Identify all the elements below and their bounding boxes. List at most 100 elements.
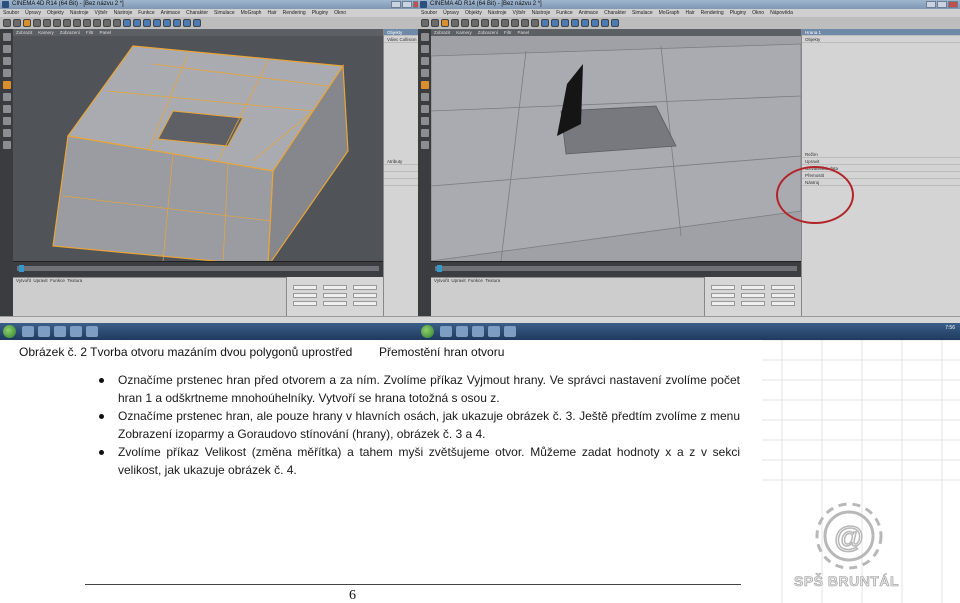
coord-system-icon[interactable] — [93, 19, 101, 27]
polygons-mode-icon[interactable] — [2, 93, 11, 101]
snap-icon[interactable] — [2, 129, 11, 137]
camera-icon[interactable] — [183, 19, 191, 27]
snap-icon[interactable] — [420, 129, 429, 137]
menu-item[interactable]: Úpravy — [25, 9, 41, 17]
render-view-icon[interactable] — [531, 19, 539, 27]
menu-item[interactable]: Okno — [752, 9, 764, 17]
pen-icon[interactable] — [133, 19, 141, 27]
viewport-menu-item[interactable]: Zobrazit — [434, 29, 450, 36]
texture-mode-icon[interactable] — [420, 45, 429, 53]
move-icon[interactable] — [33, 19, 41, 27]
word-taskbar-icon[interactable] — [54, 326, 66, 337]
render-icon[interactable] — [521, 19, 529, 27]
coord-field[interactable] — [353, 293, 377, 298]
app-taskbar-icon[interactable] — [70, 326, 82, 337]
menu-item[interactable]: Animace — [161, 9, 180, 17]
coord-field[interactable] — [293, 293, 317, 298]
x-axis-icon[interactable] — [63, 19, 71, 27]
array-icon[interactable] — [153, 19, 161, 27]
tab-funkce[interactable]: Funkce — [50, 278, 65, 283]
viewport-menu-item[interactable]: Filtr — [504, 29, 512, 36]
lock-icon[interactable] — [2, 141, 11, 149]
subdivision-icon[interactable] — [561, 19, 569, 27]
workplane-icon[interactable] — [420, 57, 429, 65]
viewport-menu-item[interactable]: Zobrazení — [60, 29, 80, 36]
menu-item[interactable]: Animace — [579, 9, 598, 17]
edges-mode-icon[interactable] — [420, 81, 429, 89]
maximize-button[interactable] — [402, 1, 412, 8]
menu-item[interactable]: MoGraph — [241, 9, 262, 17]
light-icon[interactable] — [193, 19, 201, 27]
panel-row[interactable]: Objekty — [802, 36, 960, 43]
menu-item[interactable]: Hair — [685, 9, 694, 17]
coord-field[interactable] — [741, 293, 765, 298]
points-mode-icon[interactable] — [420, 69, 429, 77]
texture-mode-icon[interactable] — [2, 45, 11, 53]
cinema4d-taskbar-icon[interactable] — [504, 326, 516, 337]
menu-item[interactable]: Simulace — [632, 9, 653, 17]
array-icon[interactable] — [571, 19, 579, 27]
deformer-icon[interactable] — [163, 19, 171, 27]
coord-system-icon[interactable] — [511, 19, 519, 27]
live-select-icon[interactable] — [441, 19, 449, 27]
menu-item[interactable]: Rendering — [283, 9, 306, 17]
3d-viewport[interactable] — [431, 36, 801, 261]
z-axis-icon[interactable] — [501, 19, 509, 27]
tab-vytvorit[interactable]: Vytvořit — [16, 278, 31, 283]
floor-icon[interactable] — [173, 19, 181, 27]
3d-viewport[interactable] — [13, 36, 383, 261]
viewport-menu-item[interactable]: Panel — [100, 29, 112, 36]
move-icon[interactable] — [451, 19, 459, 27]
coord-field[interactable] — [771, 285, 795, 290]
points-mode-icon[interactable] — [2, 69, 11, 77]
app-taskbar-icon[interactable] — [488, 326, 500, 337]
viewport-menu-item[interactable]: Kamery — [456, 29, 472, 36]
coord-field[interactable] — [771, 301, 795, 306]
menu-item[interactable]: MoGraph — [659, 9, 680, 17]
model-mode-icon[interactable] — [2, 33, 11, 41]
pen-icon[interactable] — [551, 19, 559, 27]
tab-vytvorit[interactable]: Vytvořit — [434, 278, 449, 283]
timeline-playhead[interactable] — [437, 265, 442, 272]
start-button[interactable] — [3, 325, 16, 338]
model-mode-icon[interactable] — [420, 33, 429, 41]
rotate-icon[interactable] — [53, 19, 61, 27]
live-select-icon[interactable] — [23, 19, 31, 27]
light-icon[interactable] — [611, 19, 619, 27]
timeline[interactable] — [431, 261, 801, 277]
camera-icon[interactable] — [601, 19, 609, 27]
y-axis-icon[interactable] — [73, 19, 81, 27]
subdivision-icon[interactable] — [143, 19, 151, 27]
tab-textura[interactable]: Textura — [485, 278, 500, 283]
menu-item[interactable]: Okno — [334, 9, 346, 17]
tweak-icon[interactable] — [420, 117, 429, 125]
edges-mode-icon[interactable] — [2, 81, 11, 89]
scale-icon[interactable] — [43, 19, 51, 27]
media-taskbar-icon[interactable] — [38, 326, 50, 337]
coord-field[interactable] — [711, 293, 735, 298]
menu-item[interactable]: Pluginy — [312, 9, 328, 17]
coord-field[interactable] — [711, 301, 735, 306]
z-axis-icon[interactable] — [83, 19, 91, 27]
menu-item[interactable]: Pluginy — [730, 9, 746, 17]
menu-item[interactable]: Nápověda — [770, 9, 793, 17]
tweak-icon[interactable] — [2, 117, 11, 125]
deformer-icon[interactable] — [581, 19, 589, 27]
axis-mode-icon[interactable] — [420, 105, 429, 113]
viewport-menu-item[interactable]: Zobrazit — [16, 29, 32, 36]
explorer-taskbar-icon[interactable] — [440, 326, 452, 337]
workplane-icon[interactable] — [2, 57, 11, 65]
viewport-menu-item[interactable]: Filtr — [86, 29, 94, 36]
axis-mode-icon[interactable] — [2, 105, 11, 113]
maximize-button[interactable] — [937, 1, 947, 8]
cube-icon[interactable] — [541, 19, 549, 27]
menu-item[interactable]: Úpravy — [443, 9, 459, 17]
close-button[interactable] — [948, 1, 958, 8]
cinema4d-taskbar-icon[interactable] — [86, 326, 98, 337]
explorer-taskbar-icon[interactable] — [22, 326, 34, 337]
menu-item[interactable]: Charakter — [604, 9, 626, 17]
object-row-selected[interactable]: Hrana 1 — [802, 29, 960, 36]
menu-item[interactable]: Funkce — [556, 9, 572, 17]
coord-field[interactable] — [741, 301, 765, 306]
redo-icon[interactable] — [431, 19, 439, 27]
